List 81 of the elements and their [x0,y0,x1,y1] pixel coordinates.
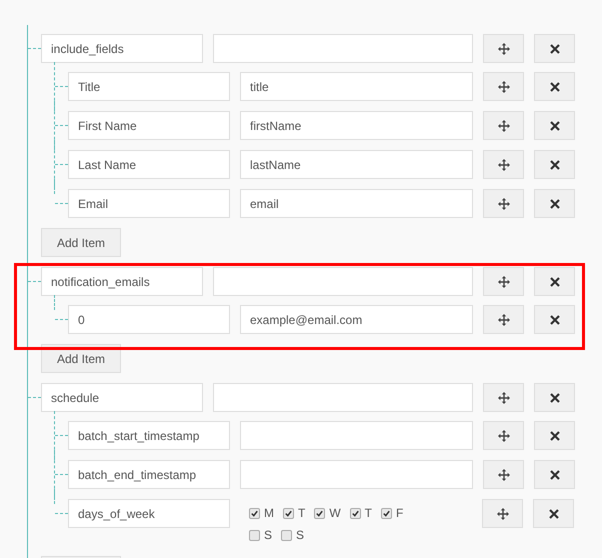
value-field[interactable]: title [240,72,473,101]
key-field[interactable]: First Name [68,111,230,140]
day-label: T [364,506,372,520]
delete-button[interactable] [534,421,575,450]
move-icon [498,158,510,170]
key-field[interactable]: Last Name [68,150,230,179]
move-icon [498,42,510,54]
close-icon [548,508,558,518]
value-field[interactable]: firstName [240,111,473,140]
value-field[interactable] [213,34,473,63]
value-field[interactable]: email [240,189,473,218]
move-button[interactable] [483,383,524,412]
close-icon [550,314,560,324]
move-button[interactable] [483,460,524,489]
close-icon [550,198,560,208]
move-button[interactable] [483,267,524,296]
delete-button[interactable] [534,383,575,412]
move-icon [498,276,510,288]
add-item-button[interactable]: Add Item [41,228,121,257]
value-field[interactable] [213,383,473,412]
move-button[interactable] [483,34,524,63]
move-icon [498,198,510,210]
move-button[interactable] [482,499,523,528]
move-button[interactable] [483,111,524,140]
checkbox[interactable] [283,508,294,518]
move-button[interactable] [483,150,524,179]
delete-button[interactable] [533,499,574,528]
close-icon [550,392,560,402]
close-icon [550,44,560,54]
delete-button[interactable] [534,267,575,296]
move-button[interactable] [483,189,524,218]
move-icon [498,430,510,442]
value-field[interactable]: example@email.com [240,305,473,334]
key-field[interactable]: days_of_week [68,499,230,528]
key-field[interactable]: Email [68,189,230,218]
key-field[interactable]: notification_emails [41,267,203,296]
close-icon [550,160,560,170]
move-button[interactable] [483,72,524,101]
delete-button[interactable] [534,305,575,334]
delete-button[interactable] [534,150,575,179]
delete-button[interactable] [534,189,575,218]
key-field[interactable]: schedule [41,383,203,412]
key-field[interactable]: batch_start_timestamp [68,421,230,450]
move-icon [498,120,510,132]
close-icon [550,120,560,130]
value-field[interactable] [240,460,473,489]
move-icon [498,468,510,480]
delete-button[interactable] [534,460,575,489]
move-icon [498,392,510,404]
close-icon [550,276,560,286]
day-label: S [264,528,272,542]
checkbox[interactable] [249,508,260,518]
key-field[interactable]: 0 [68,305,230,334]
checkbox[interactable] [350,508,361,518]
day-label: W [329,506,341,520]
move-icon [498,80,510,92]
checkbox[interactable] [281,530,292,540]
delete-button[interactable] [534,111,575,140]
move-icon [496,508,508,520]
move-icon [498,314,510,326]
day-label: T [298,506,306,520]
add-item-button[interactable]: Add Item [41,344,121,373]
value-field[interactable] [213,267,473,296]
checkbox[interactable] [381,508,392,518]
value-field[interactable] [240,421,473,450]
close-icon [550,430,560,440]
delete-button[interactable] [534,34,575,63]
value-field[interactable]: lastName [240,150,473,179]
close-icon [550,82,560,92]
move-button[interactable] [483,305,524,334]
key-field[interactable]: Title [68,72,230,101]
close-icon [550,470,560,480]
day-label: F [396,506,404,520]
key-field[interactable]: batch_end_timestamp [68,460,230,489]
checkbox[interactable] [314,508,326,518]
day-label: M [264,506,274,520]
key-field[interactable]: include_fields [41,34,203,63]
delete-button[interactable] [534,72,575,101]
checkbox[interactable] [249,530,260,540]
day-label: S [296,528,304,542]
move-button[interactable] [483,421,524,450]
